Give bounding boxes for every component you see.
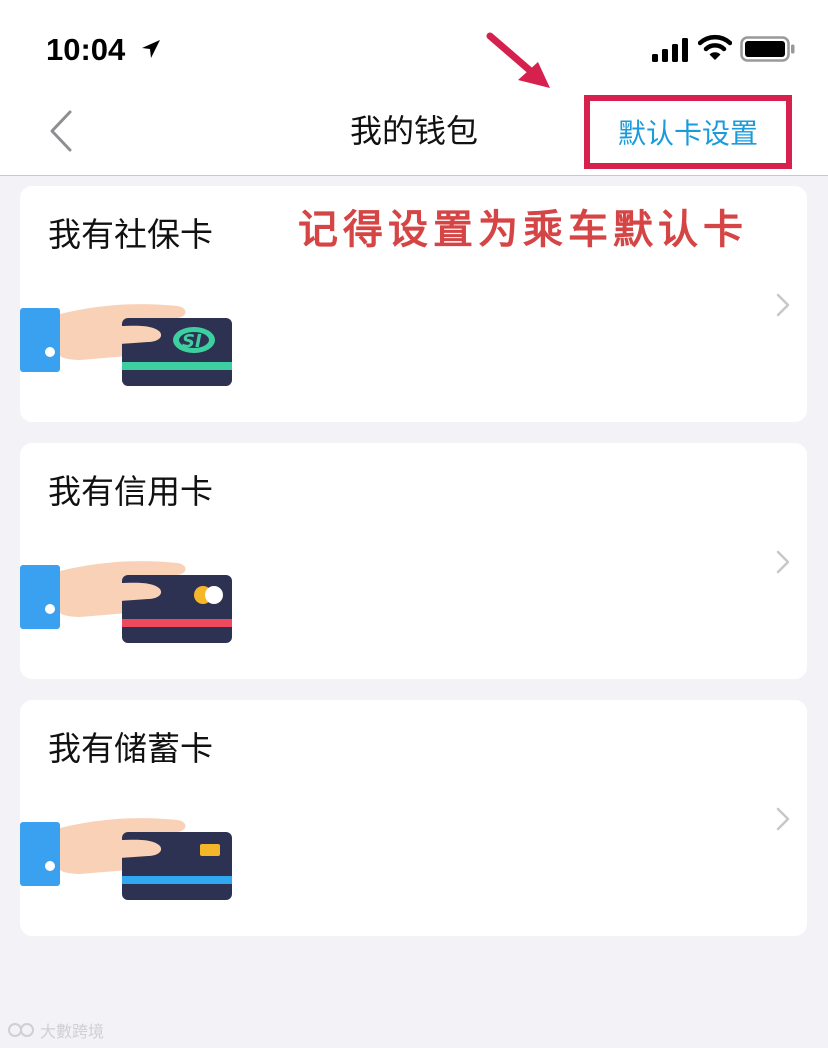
watermark-logo-icon: [8, 1023, 34, 1037]
chevron-right-icon: [776, 550, 790, 574]
battery-icon: [740, 36, 795, 62]
chevron-right-icon: [776, 293, 790, 317]
wifi-icon: [698, 34, 732, 60]
pointer-arrow-icon: [486, 32, 550, 88]
default-card-setting-label: 默认卡设置: [617, 117, 758, 150]
card-title: 我有储蓄卡: [48, 729, 213, 768]
social-security-card-icon: SI: [20, 304, 232, 386]
credit-card-item[interactable]: 我有信用卡: [20, 443, 807, 679]
card-title: 我有社保卡: [48, 215, 213, 254]
svg-text:SI: SI: [182, 331, 202, 352]
debit-card-item[interactable]: 我有储蓄卡: [20, 700, 807, 936]
card-title: 我有信用卡: [48, 472, 213, 511]
credit-card-icon: [20, 561, 232, 643]
watermark: 大數跨境: [8, 1018, 104, 1042]
debit-card-icon: [20, 818, 232, 900]
annotation-text: 记得设置为乘车默认卡: [298, 207, 748, 253]
status-time: 10:04: [46, 32, 126, 67]
top-bar: 10:04 我的钱包 默认卡设置: [0, 0, 828, 176]
chevron-right-icon: [776, 807, 790, 831]
watermark-text: 大數跨境: [40, 1022, 105, 1041]
cellular-signal-icon: [652, 38, 688, 62]
default-card-setting-button[interactable]: 默认卡设置: [584, 95, 792, 169]
location-arrow-icon: [142, 40, 160, 58]
